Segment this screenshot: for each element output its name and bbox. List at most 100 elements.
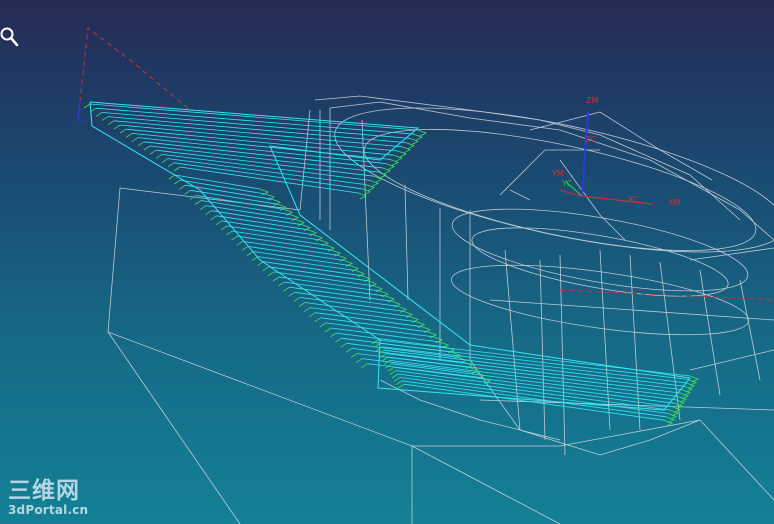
toolpath-retract xyxy=(131,137,139,142)
toolpath-pass xyxy=(263,261,363,277)
toolpath-retract xyxy=(329,332,337,338)
toolpath-retract xyxy=(324,327,332,333)
toolpath-retract xyxy=(262,266,269,272)
toolpath-retract xyxy=(184,189,191,195)
toolpath-pass xyxy=(242,240,339,256)
toolpath-retract xyxy=(395,380,403,386)
toolpath-retract xyxy=(246,251,254,256)
axis-label-xm: XM xyxy=(668,198,680,207)
toolpath-engage xyxy=(397,150,407,158)
toolpath-retract xyxy=(215,220,223,226)
watermark-title: 三维网 xyxy=(8,478,80,504)
toolpath-pass xyxy=(211,210,303,226)
toolpath-retract xyxy=(231,235,238,241)
toolpath-retract xyxy=(345,348,353,353)
toolpath-retract xyxy=(167,162,175,168)
toolpath-retract xyxy=(355,358,363,363)
axis-label-xc: XC xyxy=(628,195,639,204)
toolpath-engage xyxy=(689,375,699,383)
toolpath-pass xyxy=(325,322,435,338)
toolpath-retract xyxy=(107,120,115,126)
toolpath-retract xyxy=(272,276,280,282)
toolpath-retract xyxy=(83,103,91,109)
toolpath-retract xyxy=(257,261,264,267)
toolpath-pass xyxy=(216,215,309,231)
watermark-site: 3dPortal.cn xyxy=(8,503,89,517)
toolpath-retract xyxy=(241,246,249,251)
toolpath-retract xyxy=(119,128,127,134)
toolpath-pass xyxy=(232,230,327,246)
toolpath-pass xyxy=(320,317,429,333)
toolpath-retract xyxy=(173,179,181,185)
toolpath-pass xyxy=(367,363,483,379)
toolpath-pass xyxy=(268,266,369,282)
toolpath-retract xyxy=(387,366,395,372)
toolpath-retract xyxy=(361,363,368,369)
toolpath-retract xyxy=(179,184,186,190)
toolpath-retract xyxy=(225,230,233,236)
toolpath-engage xyxy=(393,154,403,162)
toolpath-engage xyxy=(369,180,379,187)
toolpath-engage xyxy=(409,138,419,145)
toolpath-retract xyxy=(199,205,207,210)
toolpath-pass xyxy=(294,291,399,307)
toolpath-retract xyxy=(393,377,401,382)
toolpath-retract xyxy=(389,370,397,375)
toolpath-engage xyxy=(365,184,375,191)
coordinate-triad: ZM ZC XM XC YM YC xyxy=(551,96,680,207)
toolpath-engage xyxy=(357,192,367,200)
toolpath-engage xyxy=(417,129,427,137)
toolpath-engage xyxy=(361,188,371,196)
toolpath-retract xyxy=(340,342,347,348)
toolpath-pass xyxy=(195,195,285,210)
toolpath-pass xyxy=(221,220,315,236)
toolpath[interactable] xyxy=(83,101,699,427)
toolpath-pass xyxy=(95,107,415,135)
toolpath-retract xyxy=(350,353,358,358)
toolpath-retract xyxy=(288,291,295,297)
magnifier-icon xyxy=(0,27,19,47)
toolpath-pass xyxy=(284,281,387,297)
axis-label-zc: ZC xyxy=(585,135,596,144)
toolpath-retract xyxy=(210,215,217,221)
toolpath-pass xyxy=(299,297,405,312)
toolpath-retract xyxy=(335,337,342,343)
toolpath-retract xyxy=(283,286,290,292)
toolpath-retract xyxy=(95,112,103,117)
toolpath-pass xyxy=(330,327,441,343)
toolpath-retract xyxy=(277,281,285,287)
toolpath-retract xyxy=(205,210,212,216)
toolpath-pass xyxy=(185,184,273,200)
graphics-viewport[interactable]: ZM ZC XM XC YM YC 三维网 3dPortal.cn xyxy=(0,0,774,524)
toolpath-pass xyxy=(180,179,267,195)
toolpath-retract xyxy=(161,158,169,163)
toolpath-retract xyxy=(391,373,399,379)
toolpath-pass xyxy=(237,235,333,251)
toolpath-retract xyxy=(155,154,163,159)
toolpath-retract xyxy=(113,124,121,130)
toolpath-engage xyxy=(389,159,399,166)
toolpath-pass xyxy=(89,103,419,131)
toolpath-retract xyxy=(143,145,151,151)
toolpath-pass xyxy=(315,312,423,328)
cam-toolpath-scene[interactable]: ZM ZC XM XC YM YC xyxy=(0,0,774,524)
toolpath-retract xyxy=(397,383,405,389)
toolpath-engage xyxy=(381,167,391,175)
toolpath-retract xyxy=(314,317,321,323)
axis-label-ym: YM xyxy=(551,169,564,178)
toolpath-retract xyxy=(298,302,306,307)
axis-label-yc: YC xyxy=(561,179,572,188)
toolpath-pass xyxy=(351,348,465,363)
tool-marker xyxy=(77,99,87,123)
toolpath-retract xyxy=(168,174,176,180)
toolpath-pass xyxy=(304,302,411,317)
watermark-logo: 三维网 3dPortal.cn xyxy=(8,478,89,517)
toolpath-engage xyxy=(405,142,415,149)
toolpath-retract xyxy=(149,149,157,155)
axis-label-zm: ZM xyxy=(586,96,598,105)
toolpath-retract xyxy=(309,312,316,318)
toolpath-retract xyxy=(220,225,228,231)
toolpath-retract xyxy=(381,356,389,362)
toolpath-retract xyxy=(125,133,133,138)
toolpath-retract xyxy=(303,307,311,312)
